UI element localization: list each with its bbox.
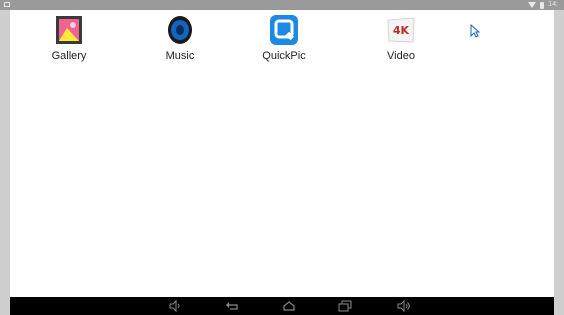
notification-icon	[4, 2, 10, 7]
wifi-icon	[528, 2, 537, 8]
back-icon[interactable]	[225, 300, 239, 312]
battery-icon	[540, 1, 545, 9]
screen-frame-left	[0, 0, 10, 315]
screen-frame-right	[554, 0, 564, 315]
status-bar: 14:	[0, 0, 564, 10]
recents-icon[interactable]	[338, 300, 352, 312]
volume-down-icon[interactable]	[168, 300, 182, 312]
status-time: 14:	[548, 1, 558, 8]
music-icon	[168, 16, 192, 44]
app-quickpic[interactable]: QuickPic	[244, 14, 324, 74]
navigation-bar	[10, 297, 554, 315]
app-label-quickpic: QuickPic	[262, 50, 306, 62]
status-indicators: 14:	[528, 0, 558, 10]
app-gallery[interactable]: Gallery	[29, 14, 109, 74]
app-label-video: Video	[387, 50, 415, 62]
gallery-icon	[56, 16, 82, 44]
app-music[interactable]: Music	[140, 14, 220, 74]
video-badge-text: 4K	[393, 24, 410, 37]
app-video[interactable]: 4K Video	[361, 14, 441, 74]
video-4k-icon: 4K	[387, 17, 415, 43]
app-label-gallery: Gallery	[51, 50, 87, 62]
quickpic-icon	[270, 15, 298, 45]
app-label-music: Music	[165, 50, 195, 62]
volume-up-icon[interactable]	[397, 300, 411, 312]
home-icon[interactable]	[282, 300, 296, 312]
mouse-cursor-icon	[470, 24, 480, 38]
